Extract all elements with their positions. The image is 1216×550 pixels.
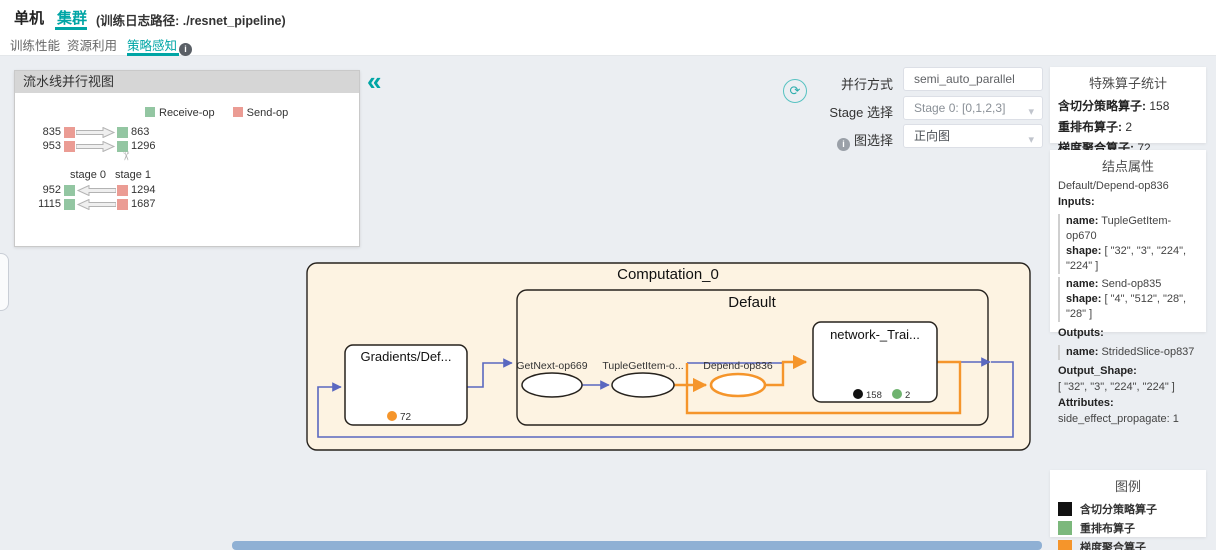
- parallel-mode-input[interactable]: [903, 67, 1043, 91]
- send-square: [64, 127, 75, 138]
- top-header: 单机 集群 (训练日志路径: ./resnet_pipeline): [0, 0, 1216, 30]
- graph-select-label: i图选择: [793, 130, 893, 151]
- receive-op-swatch: [145, 107, 155, 117]
- send-op-swatch: [233, 107, 243, 117]
- pipeline-row[interactable]: 952 1294: [29, 184, 155, 196]
- info-icon[interactable]: i: [837, 138, 850, 151]
- stat-sliced-ops: 含切分策略算子: 158: [1058, 96, 1198, 117]
- gradients-badge: 72: [400, 412, 412, 423]
- legend-item: 含切分策略算子: [1058, 499, 1198, 518]
- parallel-mode-label: 并行方式: [793, 74, 893, 93]
- redistribution-dot: [892, 389, 902, 399]
- output-shape-value: [ "32", "3", "224", "224" ]: [1058, 380, 1198, 395]
- pipeline-row[interactable]: 1115 1687: [29, 198, 155, 210]
- special-ops-title: 特殊算子统计: [1058, 73, 1198, 92]
- depend-node-selected[interactable]: [711, 374, 765, 396]
- network-label: network-_Trai...: [830, 327, 920, 342]
- node-attributes-title: 结点属性: [1058, 156, 1198, 175]
- input-item: name: Send-op835 shape: [ "4", "512", "2…: [1058, 277, 1198, 322]
- legend-item: 重排布算子: [1058, 518, 1198, 537]
- tab-training-performance[interactable]: 训练性能: [10, 35, 60, 54]
- input-item: name: TupleGetItem-op670 shape: [ "32", …: [1058, 214, 1198, 274]
- info-icon[interactable]: i: [179, 43, 192, 56]
- send-square: [64, 141, 75, 152]
- send-square: [117, 199, 128, 210]
- tab-bar: 训练性能 资源利用 策略感知i: [0, 30, 1216, 56]
- pipeline-legend: Receive-op Send-op: [145, 107, 288, 119]
- computation-graph[interactable]: Computation_0 Default Gradients/Def... 7…: [300, 255, 1040, 465]
- legend-title: 图例: [1058, 476, 1198, 495]
- network-badge-green: 2: [905, 390, 910, 401]
- inputs-label: Inputs:: [1058, 194, 1198, 211]
- stage-1-label: stage 1: [108, 169, 158, 181]
- stage-select[interactable]: Stage 0: [0,1,2,3] ▾: [903, 96, 1043, 120]
- redistribution-swatch: [1058, 521, 1072, 535]
- arrow-right-icon: [76, 141, 116, 152]
- arrow-left-icon: [76, 199, 116, 210]
- getnext-label: GetNext-op669: [516, 360, 587, 372]
- tab-active-underline: [127, 53, 179, 56]
- chevron-down-icon: ▾: [1028, 101, 1034, 123]
- receive-square: [64, 199, 75, 210]
- stage-select-label: Stage 选择: [793, 102, 893, 121]
- depend-label: Depend-op836: [703, 360, 773, 372]
- graph-select[interactable]: 正向图 ▾: [903, 124, 1043, 148]
- outputs-label: Outputs:: [1058, 325, 1198, 342]
- getnext-node[interactable]: [522, 373, 582, 397]
- stage-0-label: stage 0: [63, 169, 113, 181]
- node-attributes-panel: 结点属性 Default/Depend-op836 Inputs: name: …: [1050, 150, 1206, 332]
- pipeline-row[interactable]: 835 863: [29, 126, 149, 138]
- pipeline-panel-body: Receive-op Send-op 835 863 953 1296 ✂ st…: [15, 93, 359, 246]
- receive-square: [117, 141, 128, 152]
- graph-legend-panel: 图例 含切分策略算子 重排布算子 梯度聚合算子: [1050, 470, 1206, 537]
- horizontal-scrollbar[interactable]: [232, 541, 1042, 550]
- chevron-down-icon: ▾: [1028, 129, 1034, 151]
- attributes-label: Attributes:: [1058, 395, 1198, 412]
- gradients-label: Gradients/Def...: [360, 349, 451, 364]
- grad-aggregation-dot: [387, 411, 397, 421]
- arrow-right-icon: [76, 127, 116, 138]
- receive-square: [64, 185, 75, 196]
- arrow-left-icon: [76, 185, 116, 196]
- pipeline-row[interactable]: 953 1296: [29, 140, 155, 152]
- receive-square: [117, 127, 128, 138]
- tuplegetitem-node[interactable]: [612, 373, 674, 397]
- left-drawer-handle[interactable]: [0, 253, 9, 311]
- output-item: name: StridedSlice-op837: [1058, 345, 1198, 360]
- mode-cluster[interactable]: 集群: [57, 7, 87, 28]
- attribute-value: side_effect_propagate: 1: [1058, 412, 1198, 427]
- training-log-path: (训练日志路径: ./resnet_pipeline): [96, 10, 286, 29]
- pipeline-cut-icon: ✂: [119, 151, 133, 161]
- tab-resource-utilization[interactable]: 资源利用: [67, 35, 117, 54]
- grad-aggregation-swatch: [1058, 540, 1072, 550]
- legend-item: 梯度聚合算子: [1058, 537, 1198, 550]
- node-name: Default/Depend-op836: [1058, 179, 1198, 194]
- default-label: Default: [728, 294, 776, 311]
- send-square: [117, 185, 128, 196]
- sliced-ops-dot: [853, 389, 863, 399]
- sliced-ops-swatch: [1058, 502, 1072, 516]
- mode-standalone[interactable]: 单机: [14, 7, 44, 28]
- output-shape-label: Output_Shape:: [1058, 363, 1198, 380]
- pipeline-panel-title: 流水线并行视图: [15, 71, 359, 93]
- network-badge-black: 158: [866, 390, 882, 401]
- stat-redistribution-ops: 重排布算子: 2: [1058, 117, 1198, 138]
- computation-0-label: Computation_0: [617, 266, 719, 283]
- special-ops-panel: 特殊算子统计 含切分策略算子: 158 重排布算子: 2 梯度聚合算子: 72: [1050, 67, 1206, 143]
- tuplegetitem-label: TupleGetItem-o...: [602, 360, 683, 372]
- collapse-panel-icon[interactable]: «: [367, 68, 381, 94]
- pipeline-parallel-panel: 流水线并行视图 Receive-op Send-op 835 863 953 1…: [14, 70, 360, 247]
